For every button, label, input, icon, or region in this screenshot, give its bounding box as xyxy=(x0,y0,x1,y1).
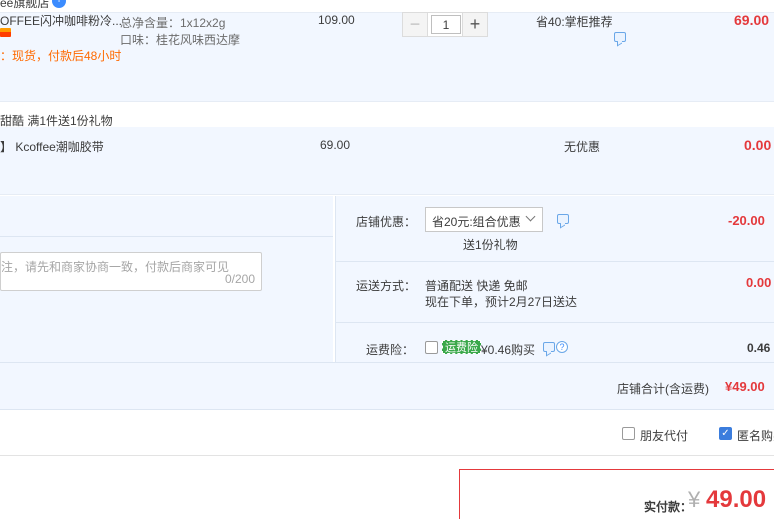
shop-discount-label: 店铺优惠： xyxy=(356,215,417,229)
friend-pay-checkbox[interactable] xyxy=(622,427,635,440)
insurance-badge: 运费险 xyxy=(442,340,481,354)
quantity-plus-button[interactable]: + xyxy=(462,13,487,36)
shipping-method: 普通配送 快递 免邮 xyxy=(425,279,528,293)
unit-price: 109.00 xyxy=(318,13,355,27)
stock-note: ：现货，付款后48小时 xyxy=(0,49,122,63)
quantity-minus-button[interactable]: − xyxy=(403,13,428,36)
quantity-input[interactable] xyxy=(431,15,461,34)
insurance-amount: 0.46 xyxy=(747,341,771,355)
sku-flavor: 口味：桂花风味西达摩 xyxy=(120,33,241,47)
chat-icon[interactable] xyxy=(614,32,626,42)
chat-icon[interactable] xyxy=(543,342,555,352)
quantity-stepper: − + xyxy=(402,12,488,37)
shop-discount-value: 省20元:组合优惠 xyxy=(432,215,521,229)
gift-subtotal: 0.00 xyxy=(744,137,772,153)
help-icon[interactable]: ? xyxy=(556,341,568,353)
message-placeholder: 注，请先和商家协商一致，付款后商家可见 xyxy=(1,260,230,274)
payment-amount: 49.00 xyxy=(706,486,767,513)
anonymous-label[interactable]: 匿名购买 xyxy=(737,427,774,444)
store-header: ee旗舰店 + xyxy=(0,0,774,12)
store-total-label: 店铺合计(含运费) xyxy=(617,382,709,396)
store-total-amount: ¥49.00 xyxy=(725,379,765,394)
divider xyxy=(0,455,774,456)
shipping-amount: 0.00 xyxy=(746,275,772,290)
seller-message-field[interactable]: 注，请先和商家协商一致，付款后商家可见 0/200 xyxy=(0,252,262,291)
shop-discount-amount: -20.00 xyxy=(728,213,765,228)
gift-item-row: 】 Kcoffee潮咖胶带 69.00 无优惠 0.00 xyxy=(0,127,774,195)
item-subtotal: 69.00 xyxy=(734,12,770,28)
message-counter: 0/200 xyxy=(224,272,255,286)
anonymous-checkbox[interactable]: ✓ xyxy=(719,427,732,440)
gift-discount: 无优惠 xyxy=(564,140,601,154)
gift-price: 69.00 xyxy=(320,138,351,152)
payment-currency: ¥ xyxy=(688,487,701,512)
shipping-eta: 现在下单，预计2月27日送达 xyxy=(425,295,578,309)
insurance-label: 运费险： xyxy=(366,343,415,357)
sku-weight: 总净含量：1x12x2g xyxy=(120,16,226,30)
payment-summary: 实付款： ¥ 49.00 xyxy=(459,469,774,519)
chevron-down-icon xyxy=(525,211,536,222)
shop-discount-gift-note: 送1份礼物 xyxy=(463,238,518,252)
gift-name[interactable]: 】 Kcoffee潮咖胶带 xyxy=(0,138,104,155)
insurance-price: ¥0.46购买 xyxy=(481,343,536,357)
friend-pay-label[interactable]: 朋友代付 xyxy=(640,427,688,444)
chat-icon[interactable] xyxy=(557,214,569,224)
shipping-label: 运送方式： xyxy=(356,279,417,293)
store-badge-icon: + xyxy=(52,0,66,8)
payment-label: 实付款： xyxy=(644,500,693,514)
shop-discount-select[interactable]: 省20元:组合优惠 xyxy=(425,207,543,232)
promo-tag-icon xyxy=(0,28,11,37)
store-name[interactable]: ee旗舰店 xyxy=(0,0,49,11)
item-discount: 省40:掌柜推荐 xyxy=(536,15,613,29)
item-title[interactable]: OFFEE闪冲咖啡粉冷... xyxy=(0,12,122,29)
insurance-checkbox[interactable] xyxy=(425,341,438,354)
